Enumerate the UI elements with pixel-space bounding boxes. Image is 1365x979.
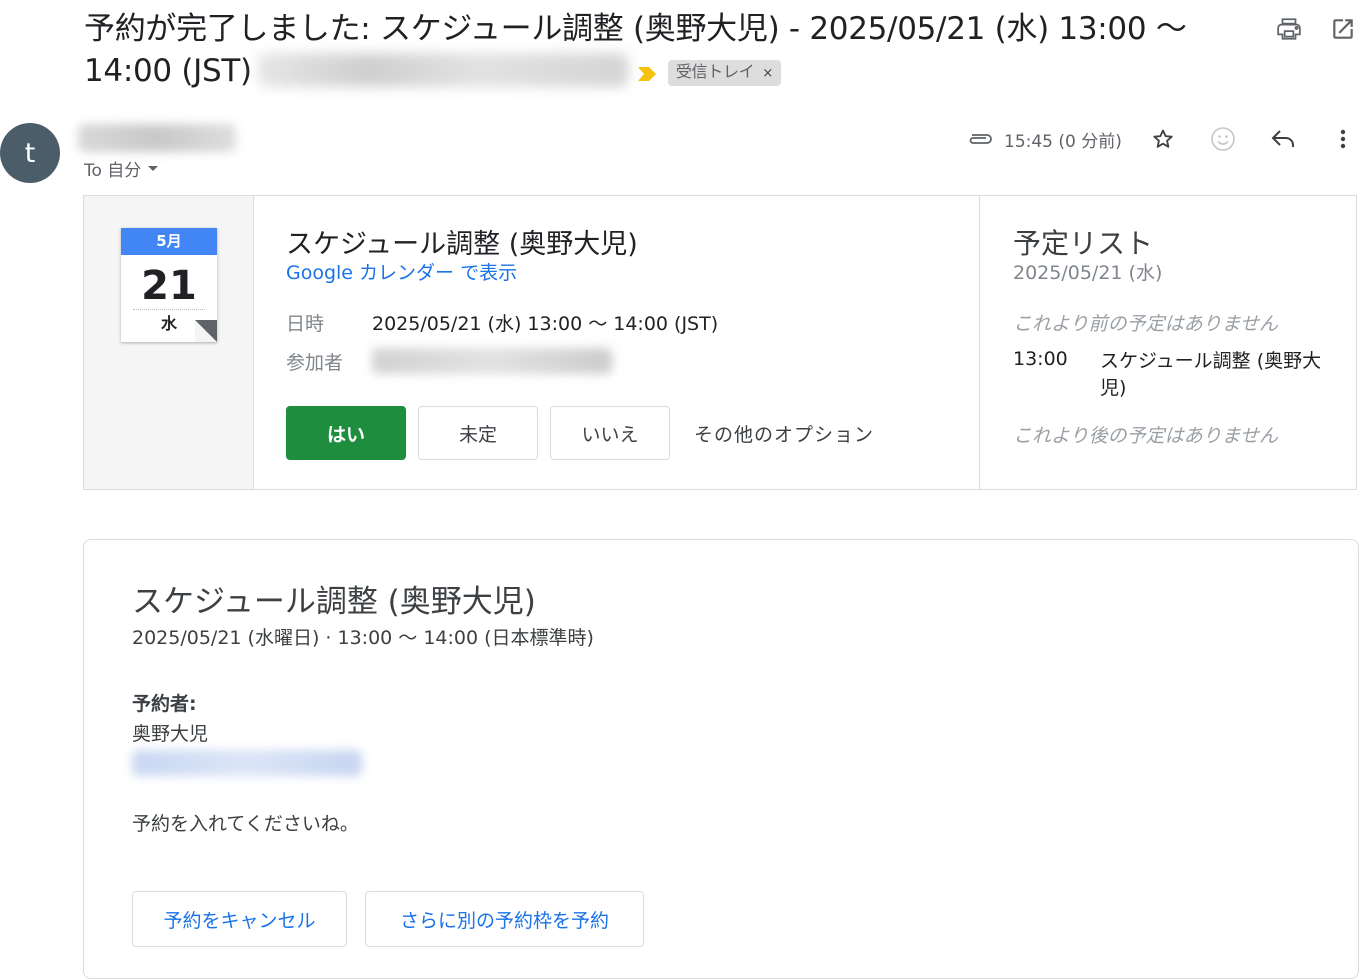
invite-details-panel: スケジュール調整 (奥野大児) Google カレンダー で表示 日時 2025… (254, 196, 980, 489)
more-vert-icon[interactable] (1330, 124, 1356, 154)
reply-icon[interactable] (1268, 124, 1298, 154)
email-subject: 予約が完了しました: スケジュール調整 (奥野大児) - 2025/05/21 … (84, 8, 1224, 92)
redacted-sender-name (78, 124, 236, 152)
booking-when: 2025/05/21 (水曜日) · 13:00 〜 14:00 (日本標準時) (132, 627, 594, 649)
guests-label: 参加者 (286, 352, 344, 374)
recipient-text: To 自分 (84, 161, 142, 181)
remove-label-icon[interactable]: × (762, 66, 773, 81)
star-icon[interactable] (1148, 124, 1178, 154)
agenda-date: 2025/05/21 (水) (1013, 262, 1163, 284)
event-title: スケジュール調整 (奥野大児) (286, 229, 638, 260)
agenda-none-before: これより前の予定はありません (1013, 313, 1279, 335)
booking-details-card: スケジュール調整 (奥野大児) 2025/05/21 (水曜日) · 13:00… (83, 539, 1359, 979)
book-another-slot-button[interactable]: さらに別の予約枠を予約 (365, 891, 644, 947)
booker-name: 奥野大児 (132, 723, 209, 745)
agenda-event-title[interactable]: スケジュール調整 (奥野大児) (1100, 348, 1335, 402)
calendar-date-icon: 5月 21 水 (121, 228, 217, 342)
agenda-event-time: 13:00 (1013, 348, 1068, 370)
calendar-day: 21 (141, 263, 197, 309)
invite-date-panel: 5月 21 水 (84, 196, 254, 489)
agenda-title: 予定リスト (1013, 227, 1154, 260)
page-curl-icon (195, 320, 217, 342)
rsvp-yes-button[interactable]: はい (286, 406, 406, 460)
redacted-booker-email-link[interactable] (132, 750, 362, 776)
rsvp-maybe-button[interactable]: 未定 (418, 406, 538, 460)
message-time: 15:45 (0 分前) (1004, 131, 1122, 152)
subject-text: 予約が完了しました: スケジュール調整 (奥野大児) - 2025/05/21 … (84, 11, 1187, 89)
print-icon[interactable] (1274, 14, 1304, 44)
open-in-new-window-icon[interactable] (1328, 14, 1358, 44)
importance-marker-icon[interactable] (637, 67, 656, 81)
inbox-label-chip[interactable]: 受信トレイ × (667, 60, 781, 86)
rsvp-no-button[interactable]: いいえ (550, 406, 670, 460)
view-in-calendar-link[interactable]: Google カレンダー で表示 (286, 258, 517, 285)
redacted-sender-email (257, 53, 628, 87)
attachment-icon (969, 134, 992, 144)
booking-message: 予約を入れてくださいね。 (132, 813, 359, 835)
booking-title: スケジュール調整 (奥野大児) (132, 584, 536, 620)
message-meta: 15:45 (0 分前) (966, 124, 1122, 154)
avatar-letter: t (24, 137, 36, 169)
chevron-down-icon[interactable] (147, 165, 159, 173)
booker-label: 予約者: (132, 693, 197, 715)
agenda-panel: 予定リスト 2025/05/21 (水) これより前の予定はありません 13:0… (980, 196, 1358, 489)
rsvp-more-options-button[interactable]: その他のオプション (694, 406, 874, 460)
when-label: 日時 (286, 313, 325, 335)
emoji-icon[interactable] (1208, 124, 1238, 154)
recipient-line[interactable]: To 自分 (84, 156, 159, 181)
calendar-month: 5月 (121, 228, 217, 255)
agenda-none-after: これより後の予定はありません (1013, 425, 1279, 447)
cancel-booking-button[interactable]: 予約をキャンセル (132, 891, 347, 947)
calendar-invitation-card: 5月 21 水 スケジュール調整 (奥野大児) Google カレンダー で表示… (83, 195, 1357, 490)
sender-avatar[interactable]: t (0, 123, 60, 183)
when-value: 2025/05/21 (水) 13:00 〜 14:00 (JST) (372, 313, 719, 335)
inbox-label-text: 受信トレイ (675, 62, 755, 81)
redacted-guest-email (372, 348, 612, 374)
